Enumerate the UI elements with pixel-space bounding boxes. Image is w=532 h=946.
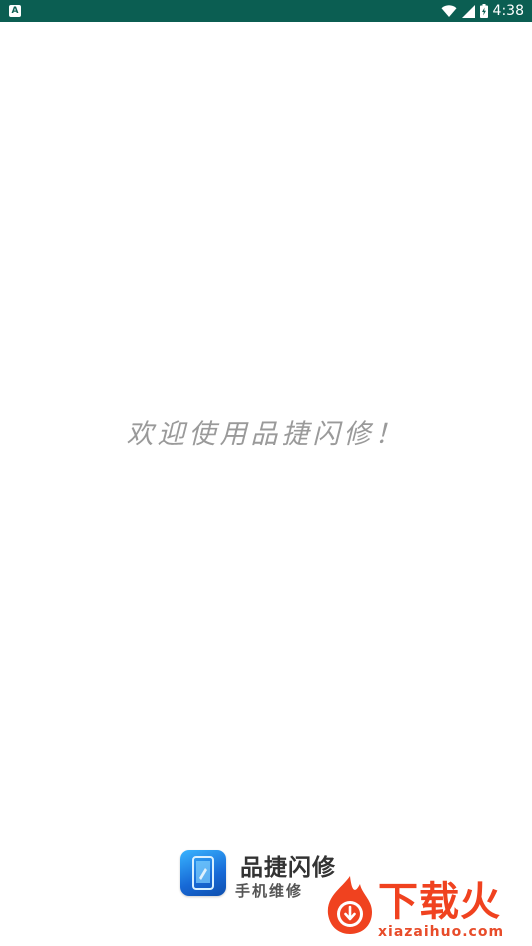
welcome-message: 欢迎使用品捷闪修！ — [126, 419, 406, 450]
status-icons: 4:38 — [441, 0, 524, 22]
battery-charging-icon — [479, 4, 488, 18]
cellular-signal-icon — [461, 4, 475, 18]
download-flame-icon — [322, 874, 378, 940]
brand-tagline: 手机维修 — [235, 882, 304, 900]
watermark-title: 下载火 — [378, 879, 501, 925]
site-watermark: 下载火 xiazaihuo.com — [318, 862, 530, 944]
watermark-url: xiazaihuo.com — [378, 924, 505, 940]
phone-app-icon — [180, 850, 226, 896]
notification-a-icon: A — [9, 5, 21, 17]
status-clock: 4:38 — [492, 3, 524, 19]
status-bar: A 4:38 — [0, 0, 532, 22]
wifi-icon — [441, 4, 457, 18]
